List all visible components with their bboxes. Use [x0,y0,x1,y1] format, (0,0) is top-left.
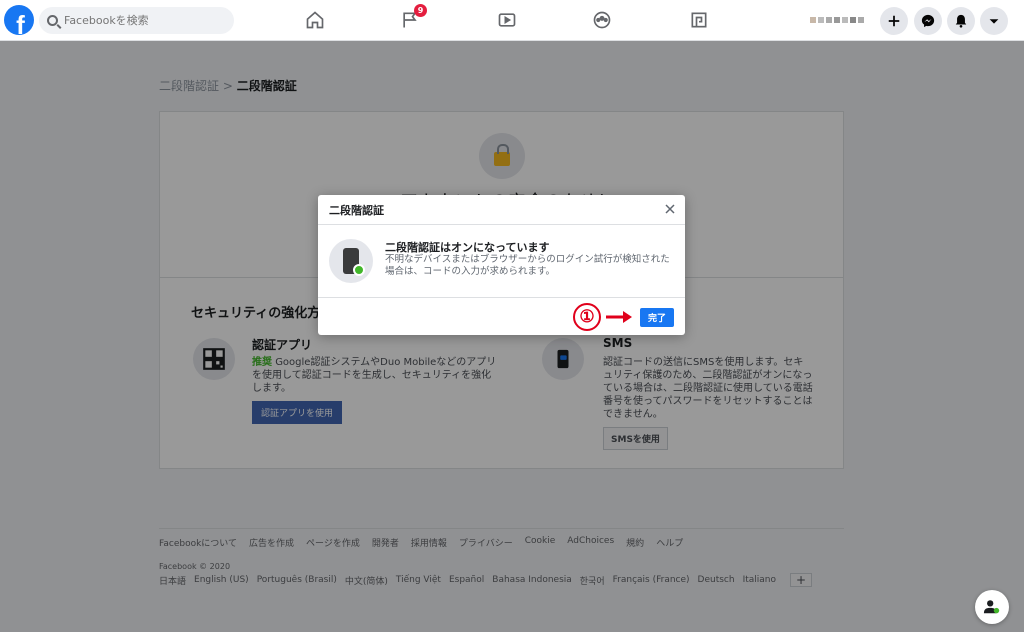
messenger-button[interactable] [914,7,942,35]
dialog-title: 二段階認証はオンになっています [385,241,550,254]
nav-home[interactable] [302,8,328,32]
people-icon [983,600,1000,614]
notifications-button[interactable] [947,7,975,35]
nav-gaming[interactable] [686,8,712,32]
watch-icon [498,13,516,27]
messenger-icon [921,14,935,28]
step-annotation-number: ① [573,303,601,331]
nav-watch[interactable] [494,8,520,32]
top-navigation-bar: f 9 [0,0,1024,41]
phone-check-icon [329,239,373,283]
dialog-description: 不明なデバイスまたはブラウザーからのログイン試行が検知された場合は、コードの入力… [385,254,670,277]
modal-backdrop[interactable] [0,41,1024,632]
account-menu-button[interactable] [980,7,1008,35]
search-input[interactable] [64,14,224,27]
nav-pages[interactable]: 9 [397,4,427,32]
search-icon [47,15,58,26]
bell-icon [955,14,967,28]
dialog-header: 二段階認証 [318,195,685,225]
groups-icon [593,11,611,29]
caret-down-icon [989,19,999,24]
done-button[interactable]: 完了 [640,308,674,327]
create-button[interactable] [880,7,908,35]
search-box[interactable] [39,7,234,34]
home-icon [306,11,324,29]
plus-icon [888,15,900,27]
gaming-icon [691,12,707,28]
check-icon [353,264,365,276]
dialog-header-title: 二段階認証 [329,203,384,217]
red-arrow-icon [606,311,632,323]
dialog-body: 二段階認証はオンになっています 不明なデバイスまたはブラウザーからのログイン試行… [318,225,685,297]
contacts-button[interactable] [975,590,1009,624]
profile-name-blurred[interactable] [810,11,870,29]
close-icon[interactable] [664,203,676,215]
nav-groups[interactable] [589,8,615,32]
facebook-logo[interactable]: f [4,5,34,35]
notification-badge: 9 [414,4,427,17]
